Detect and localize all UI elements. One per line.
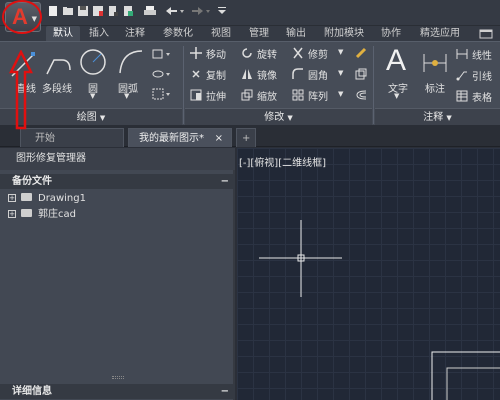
save-icon[interactable] [77,5,89,17]
backup-files-section[interactable]: 备份文件 − [0,174,235,189]
copy-button-label[interactable]: 复制 [206,67,226,82]
tab-featured-apps[interactable]: 精选应用 [414,26,466,41]
trim-button-label[interactable]: 修剪 [308,46,328,61]
share-icon[interactable] [122,5,134,17]
stretch-icon[interactable] [190,89,202,101]
array-button-label[interactable]: 阵列 [308,88,328,103]
tree-item-guozhuang-cad[interactable]: + 郭庄cad [8,208,76,222]
tree-item-drawing1[interactable]: + Drawing1 [8,192,86,206]
tab-current-drawing[interactable]: 我的最新图示* × [128,128,232,147]
hatch-icon[interactable] [152,88,170,100]
trim-icon[interactable] [292,47,304,59]
chevron-down-icon[interactable]: ▼ [394,92,399,100]
open-folder-icon[interactable] [62,5,74,17]
dimension-icon[interactable] [422,50,448,79]
linear-dimension-icon[interactable] [456,48,468,60]
tab-addins[interactable]: 附加模块 [318,26,370,41]
customize-quick-access-icon[interactable] [216,5,228,17]
expand-icon[interactable]: + [8,210,16,218]
tab-output[interactable]: 输出 [281,26,311,41]
ribbon: 直线 多段线 圆 ▼ 圆弧 ▼ 绘图 ▼ 移动 复制 拉伸 旋转 镜像 缩放 修… [0,41,500,125]
array-icon[interactable] [292,89,304,101]
close-icon[interactable]: × [215,129,223,148]
panel-divider [373,46,374,124]
tab-start[interactable]: 开始 [20,128,124,147]
drawing-canvas[interactable]: [-][俯视][二维线框] [237,148,500,400]
rectangle-icon[interactable] [152,48,170,60]
text-icon[interactable]: A [386,44,406,78]
collapse-icon[interactable]: − [221,174,229,189]
tab-annotate[interactable]: 注释 [120,26,150,41]
fillet-button-label[interactable]: 圆角 [308,67,328,82]
offset-icon[interactable] [355,89,367,101]
scale-icon[interactable] [241,89,253,101]
tab-insert[interactable]: 插入 [84,26,114,41]
ellipse-icon[interactable] [152,68,170,80]
mirror-button-label[interactable]: 镜像 [257,67,277,82]
red-highlight-circle [2,0,42,34]
details-section[interactable]: 详细信息 − [0,384,235,399]
polyline-button-label[interactable]: 多段线 [42,80,72,95]
erase-icon[interactable] [355,47,367,59]
title-bar: A ▼ [0,0,500,32]
leader-button-label[interactable]: 引线 [472,68,492,83]
folder-icon [21,193,32,201]
circle-icon[interactable] [78,47,108,80]
chevron-down-icon: ▼ [446,114,452,122]
tab-view[interactable]: 视图 [206,26,236,41]
drawing-recovery-manager-palette: 图形修复管理器 备份文件 − + Drawing1 + 郭庄cad 详细信息 − [0,148,235,400]
undo-icon[interactable] [163,5,185,17]
cloud-save-icon[interactable] [107,5,119,17]
fillet-icon[interactable] [292,68,304,80]
tab-collaborate[interactable]: 协作 [376,26,406,41]
chevron-down-icon: ▼ [99,114,106,122]
ribbon-toggle-icon[interactable] [476,26,496,41]
chevron-down-icon: ▼ [287,114,293,122]
move-button-label[interactable]: 移动 [206,46,226,61]
save-as-icon[interactable] [92,5,104,17]
scale-button-label[interactable]: 缩放 [257,88,277,103]
chevron-down-icon[interactable]: ▼ [338,69,343,77]
new-file-icon[interactable] [47,5,59,17]
red-up-arrow-icon [9,50,33,130]
chevron-down-icon[interactable]: ▼ [90,92,95,100]
resize-grip[interactable] [112,376,124,379]
table-button-label[interactable]: 表格 [472,89,492,104]
annotation-panel-title[interactable]: 注释 ▼ [375,108,500,125]
ribbon-tab-bar: 默认 插入 注释 参数化 视图 管理 输出 附加模块 协作 精选应用 [0,26,500,41]
panel-divider [183,46,184,124]
copy-icon[interactable] [190,68,202,80]
leader-icon[interactable] [456,69,468,81]
linear-button-label[interactable]: 线性 [472,47,492,62]
chevron-down-icon[interactable]: ▼ [338,90,343,98]
print-icon[interactable] [143,5,156,17]
dimension-button-label[interactable]: 标注 [425,80,445,95]
tab-manage[interactable]: 管理 [244,26,274,41]
table-icon[interactable] [456,90,468,102]
polyline-icon[interactable] [44,50,74,83]
rotate-icon[interactable] [241,47,253,59]
palette-title: 图形修复管理器 [0,148,235,170]
expand-icon[interactable]: + [8,194,16,202]
document-tab-bar: 开始 我的最新图示* × + [0,125,500,147]
explode-icon[interactable] [355,68,367,80]
stretch-button-label[interactable]: 拉伸 [206,88,226,103]
chevron-down-icon[interactable]: ▼ [338,48,343,56]
folder-icon [21,209,32,217]
mirror-icon[interactable] [241,68,253,80]
tab-default[interactable]: 默认 [46,26,80,41]
add-tab-button[interactable]: + [236,128,256,147]
collapse-icon[interactable]: − [221,384,229,399]
drawing-geometry [431,351,500,400]
tab-parametric[interactable]: 参数化 [158,26,198,41]
modify-panel-title[interactable]: 修改 ▼ [185,108,372,125]
move-icon[interactable] [190,47,202,59]
chevron-down-icon[interactable]: ▼ [124,92,129,100]
arc-icon[interactable] [116,47,146,80]
redo-icon[interactable] [189,5,211,17]
rotate-button-label[interactable]: 旋转 [257,46,277,61]
